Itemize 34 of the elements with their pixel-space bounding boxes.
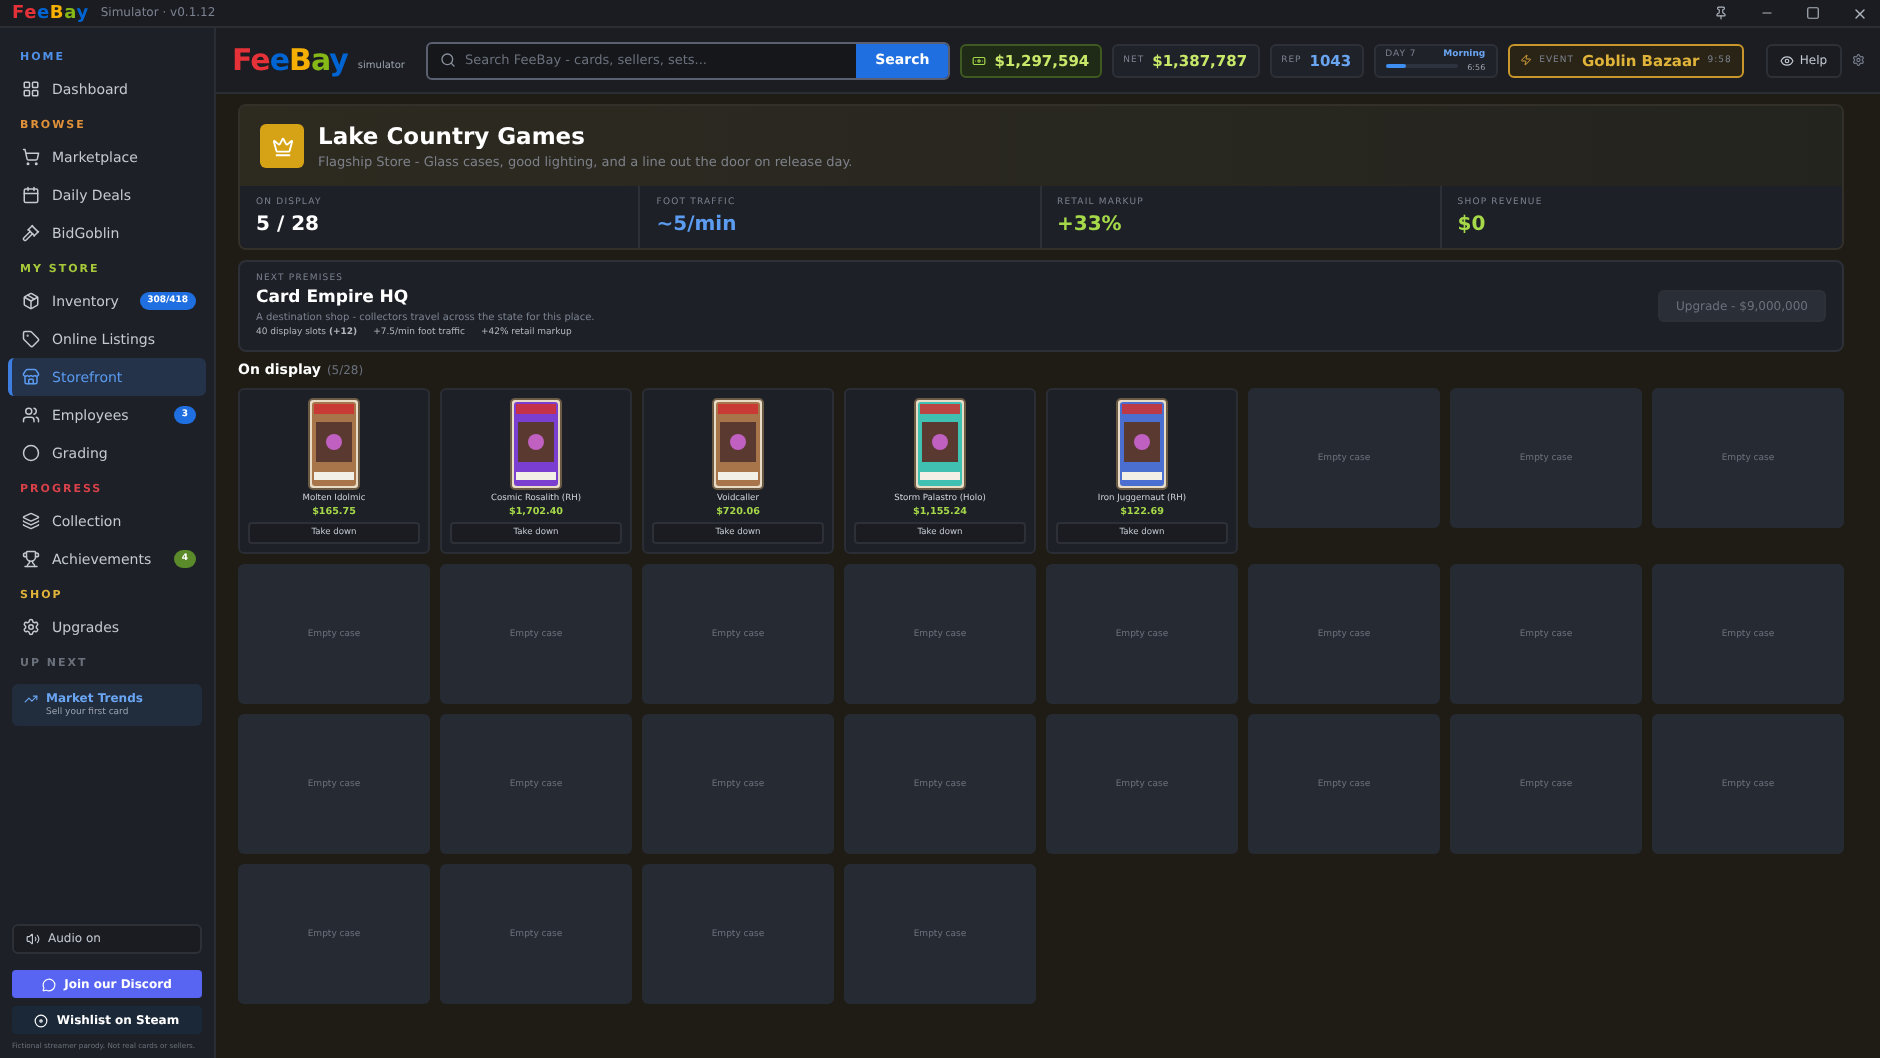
stat-value: +33% (1057, 214, 1124, 236)
crown-icon (260, 124, 304, 168)
nav-icon (22, 368, 40, 386)
pin-icon[interactable] (1714, 6, 1728, 20)
premises-name: Card Empire HQ (256, 288, 411, 308)
stat-value: $0 (1457, 214, 1488, 236)
maximize-icon[interactable] (1806, 6, 1820, 20)
stat-value: 5 / 28 (256, 214, 321, 236)
nav-icon (22, 330, 40, 348)
nav-icon (22, 618, 40, 636)
nav-icon (22, 444, 40, 462)
chat-icon (42, 977, 57, 991)
nav-icon (22, 224, 40, 242)
minimize-icon[interactable] (1760, 6, 1774, 20)
stat-value: ~5/min (656, 214, 739, 236)
nav-icon (22, 292, 40, 310)
speaker-icon (26, 932, 40, 946)
feebay-logo: FeeBay (232, 42, 348, 78)
cash-icon (972, 53, 987, 67)
nav-icon (22, 512, 40, 530)
nav-icon (22, 186, 40, 204)
nav-icon (22, 550, 40, 568)
nav-icon (22, 406, 40, 424)
settings-icon[interactable] (1851, 52, 1864, 68)
lightning-icon (1519, 54, 1532, 66)
disc-icon (34, 1013, 49, 1027)
close-icon[interactable] (1852, 5, 1868, 21)
app-logo: FeeBay (12, 3, 89, 23)
eye-icon (1779, 53, 1794, 67)
nav-icon (22, 148, 40, 166)
store-name: Lake Country Games (318, 122, 587, 150)
trend-icon (24, 692, 38, 706)
search-icon (440, 52, 457, 68)
nav-icon (22, 80, 40, 98)
